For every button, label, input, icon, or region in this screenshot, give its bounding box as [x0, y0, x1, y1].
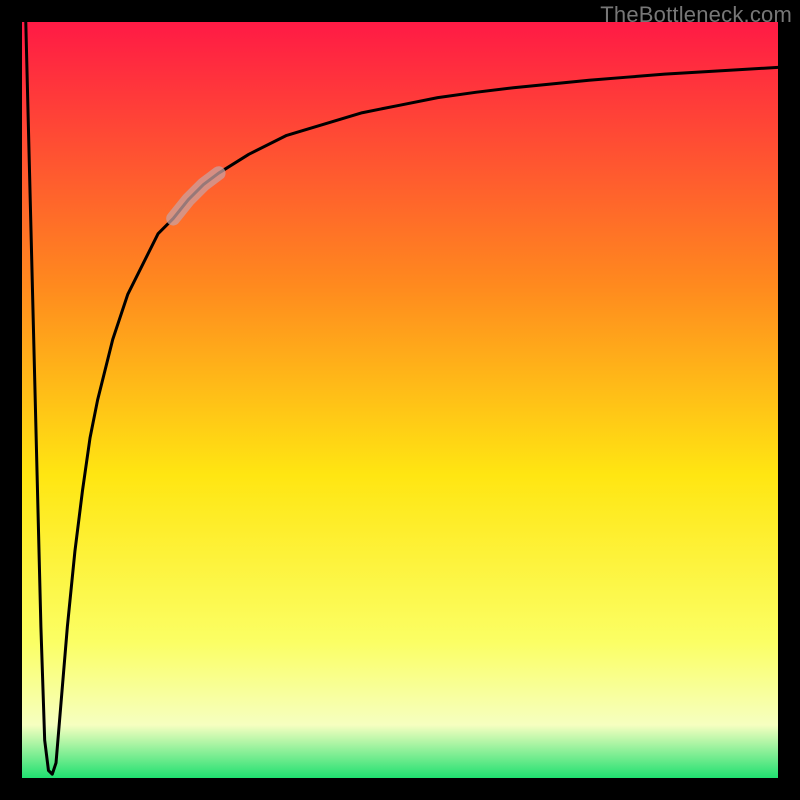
plot-area [22, 22, 778, 778]
gradient-background [22, 22, 778, 778]
chart-stage: TheBottleneck.com [0, 0, 800, 800]
plot-svg [22, 22, 778, 778]
watermark-label: TheBottleneck.com [600, 2, 792, 28]
